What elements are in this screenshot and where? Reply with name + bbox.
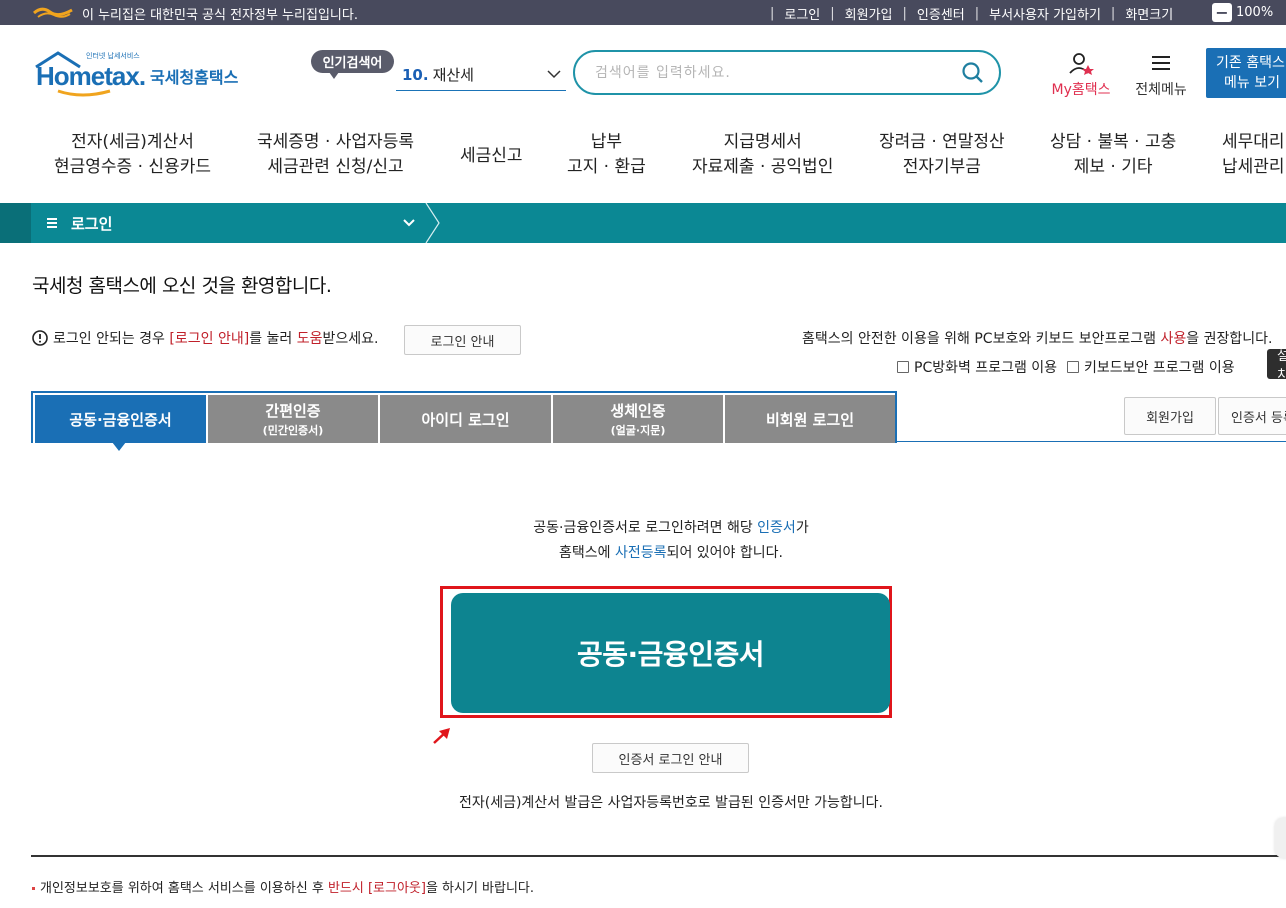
cert-login-guide-button[interactable]: 인증서 로그인 안내	[592, 743, 749, 773]
gov-notice-text: 이 누리집은 대한민국 공식 전자정부 누리집입니다.	[82, 8, 358, 23]
gov-banner: 이 누리집은 대한민국 공식 전자정부 누리집입니다. | 로그인 | 회원가입 |…	[0, 0, 1286, 25]
chevron-down-icon	[547, 70, 561, 79]
util-login-link[interactable]: 로그인	[784, 4, 820, 23]
login-guide-button[interactable]: 로그인 안내	[404, 325, 521, 355]
gnb-certificates[interactable]: 국세증명 · 사업자등록 세금관련 신청/신고	[257, 130, 414, 180]
search-input[interactable]	[595, 64, 935, 81]
popular-search-tag: 인기검색어	[311, 50, 394, 79]
breadcrumb-separator-icon	[425, 203, 440, 243]
gnb-consultation[interactable]: 상담 · 불복 · 고충 제보 · 기타	[1050, 130, 1176, 180]
pc-firewall-checkbox[interactable]	[897, 361, 909, 373]
popular-rank: 10.	[402, 65, 429, 84]
legacy-menu-line2: 메뉴 보기	[1224, 75, 1280, 91]
security-notice: 홈택스의 안전한 이용을 위해 PC보호와 키보드 보안프로그램 사용을 권장합…	[802, 331, 1273, 347]
logo-sub: 인터넷 납세서비스	[86, 51, 140, 60]
keyboard-security-checkbox[interactable]	[1067, 361, 1080, 373]
breadcrumb-home-block	[0, 203, 31, 243]
chevron-down-icon	[403, 219, 415, 227]
tab-simple-auth[interactable]: 간편인증 (민간인증서)	[208, 395, 378, 443]
my-label: 홈택스	[1071, 82, 1111, 98]
tab-baseline	[897, 441, 1286, 442]
logo-korean: 국세청홈택스	[150, 68, 239, 87]
join-button[interactable]: 회원가입	[1124, 397, 1216, 435]
active-tab-pointer	[112, 442, 126, 451]
my-label-prefix: My	[1051, 82, 1072, 98]
tab-biometric[interactable]: 생체인증 (얼굴·지문)	[553, 395, 723, 443]
all-menu-label: 전체메뉴	[1135, 82, 1187, 98]
legacy-menu-button[interactable]: 기존 홈택스 메뉴 보기	[1206, 48, 1286, 98]
screen-size-label: 화면크기	[1125, 8, 1174, 23]
hamburger-menu-icon	[1152, 56, 1170, 70]
zoom-value: 100%	[1236, 5, 1274, 20]
search-box	[573, 50, 1001, 95]
tab-id-login[interactable]: 아이디 로그인	[380, 395, 551, 443]
floating-side-tab[interactable]	[1275, 818, 1286, 858]
my-hometax-button[interactable]: My홈택스	[1045, 51, 1117, 99]
util-join-link[interactable]: 회원가입	[845, 4, 893, 23]
util-certcenter-link[interactable]: 인증센터	[917, 4, 965, 23]
tab-joint-certificate[interactable]: 공동·금융인증서	[35, 395, 206, 443]
site-header: 인터넷 납세서비스 Hometax. 국세청홈택스 인기검색어 10. 재산세 …	[0, 25, 1286, 115]
popular-term: 재산세	[432, 66, 474, 84]
e-invoice-note: 전자(세금)계산서 발급은 사업자등록번호로 발급된 인증서만 가능합니다.	[458, 795, 884, 811]
login-method-tabs: 공동·금융인증서 간편인증 (민간인증서) 아이디 로그인 생체인증 (얼굴·지문)…	[31, 391, 897, 443]
search-icon[interactable]	[961, 61, 985, 85]
keyboard-security-label: 키보드보안 프로그램 이용	[1084, 360, 1235, 376]
tab-guest-login[interactable]: 비회원 로그인	[725, 395, 895, 443]
gnb-payment-statement[interactable]: 지급명세서 자료제출 · 공익법인	[692, 130, 833, 180]
list-icon	[47, 218, 57, 228]
pc-firewall-label: PC방화벽 프로그램 이용	[914, 360, 1058, 376]
gnb-payment[interactable]: 납부 고지 · 환급	[567, 130, 646, 180]
popular-search-select[interactable]: 10. 재산세	[396, 59, 566, 91]
legacy-menu-line1: 기존 홈택스	[1216, 55, 1285, 71]
hometax-logo[interactable]: 인터넷 납세서비스 Hometax. 국세청홈택스	[32, 47, 252, 103]
cert-info-text: 공동·금융인증서로 로그인하려면 해당 인증서가 홈택스에 사전등록되어 있어야…	[533, 520, 809, 561]
user-icon	[1069, 53, 1094, 75]
breadcrumb-login[interactable]: 로그인	[31, 203, 428, 243]
gnb-tax-agent[interactable]: 세무대리 납세관리	[1222, 130, 1285, 180]
install-button[interactable]: 설치	[1267, 349, 1286, 383]
login-help-notice: 로그인 안되는 경우 [로그인 안내] 를 눌러 도움 받으세요.	[32, 328, 378, 348]
info-circle-icon	[32, 330, 48, 346]
arrow-pointer-icon	[433, 728, 450, 744]
breadcrumb-bar: 로그인	[0, 203, 1286, 243]
zoom-control: − 100%	[1212, 3, 1273, 22]
gnb-e-invoice[interactable]: 전자(세금)계산서 현금영수증 · 신용카드	[54, 130, 211, 180]
utility-links: | 로그인 | 회원가입 | 인증센터 | 부서사용자 가입하기 | 화면크기	[770, 4, 1174, 23]
welcome-heading: 국세청 홈택스에 오신 것을 환영합니다.	[32, 275, 332, 297]
cert-register-button[interactable]: 인증서 등록	[1218, 397, 1286, 435]
gnb-incentives[interactable]: 장려금 · 연말정산 전자기부금	[879, 130, 1005, 180]
breadcrumb-label: 로그인	[71, 214, 113, 233]
notice-link-text: [로그인 안내]	[169, 331, 250, 347]
util-dept-join-link[interactable]: 부서사용자 가입하기	[989, 4, 1101, 23]
global-navigation: 전자(세금)계산서 현금영수증 · 신용카드 국세증명 · 사업자등록 세금관련 신…	[0, 120, 1286, 200]
security-options: PC방화벽 프로그램 이용 키보드보안 프로그램 이용	[897, 357, 1235, 377]
joint-certificate-login-button[interactable]: 공동·금융인증서	[451, 593, 890, 713]
all-menu-button[interactable]: 전체메뉴	[1128, 51, 1194, 99]
zoom-out-button[interactable]: −	[1212, 3, 1232, 22]
logo-main: Hometax.	[36, 61, 145, 91]
government-emblem-icon	[33, 7, 73, 18]
section-divider	[31, 855, 1286, 857]
privacy-notice: 개인정보보호를 위하여 홈택스 서비스를 이용하신 후 반드시 [로그아웃]을 …	[32, 877, 534, 896]
gnb-tax-filing[interactable]: 세금신고	[460, 144, 523, 169]
